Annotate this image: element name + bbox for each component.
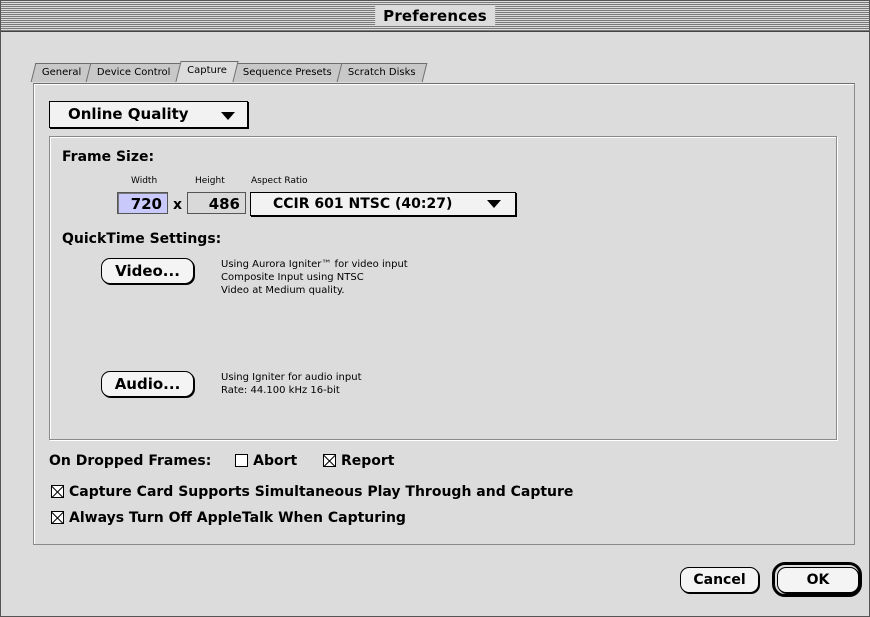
appletalk-label[interactable]: Always Turn Off AppleTalk When Capturing bbox=[69, 510, 406, 526]
tab-scratch-disks[interactable]: Scratch Disks bbox=[336, 63, 427, 82]
height-field: 486 bbox=[187, 192, 246, 214]
tab-device-control[interactable]: Device Control bbox=[86, 63, 183, 82]
aspect-ratio-popup-label: CCIR 601 NTSC (40:27) bbox=[273, 196, 453, 212]
height-label: Height bbox=[195, 176, 225, 186]
quality-popup-label: Online Quality bbox=[68, 105, 189, 123]
tab-label: Sequence Presets bbox=[242, 67, 332, 78]
video-description: Using Aurora Igniter™ for video input Co… bbox=[221, 258, 408, 297]
report-checkbox[interactable] bbox=[322, 454, 336, 467]
aspect-ratio-popup[interactable]: CCIR 601 NTSC (40:27) bbox=[250, 192, 516, 216]
abort-label[interactable]: Abort bbox=[253, 453, 297, 469]
audio-desc-line: Rate: 44.100 kHz 16-bit bbox=[221, 385, 340, 396]
tab-label: Device Control bbox=[97, 67, 171, 78]
tab-label: Capture bbox=[187, 65, 227, 76]
play-through-label[interactable]: Capture Card Supports Simultaneous Play … bbox=[69, 484, 573, 500]
appletalk-row[interactable]: Always Turn Off AppleTalk When Capturing bbox=[51, 510, 406, 526]
title-bar[interactable]: Preferences bbox=[1, 1, 869, 32]
video-desc-line: Using Aurora Igniter™ for video input bbox=[221, 259, 408, 270]
cancel-button[interactable]: Cancel bbox=[680, 567, 759, 593]
tab-label: General bbox=[41, 67, 82, 78]
abort-checkbox[interactable] bbox=[235, 454, 249, 467]
width-input[interactable]: 720 bbox=[117, 192, 168, 214]
video-desc-line: Composite Input using NTSC bbox=[221, 272, 364, 283]
audio-desc-line: Using Igniter for audio input bbox=[221, 372, 362, 383]
report-label[interactable]: Report bbox=[341, 453, 395, 469]
triangle-down-icon bbox=[221, 112, 235, 120]
times-label: x bbox=[173, 197, 183, 213]
play-through-row[interactable]: Capture Card Supports Simultaneous Play … bbox=[51, 484, 573, 500]
tab-capture[interactable]: Capture bbox=[175, 61, 239, 82]
tab-sequence-presets[interactable]: Sequence Presets bbox=[231, 63, 343, 82]
dropped-frames-label: On Dropped Frames: bbox=[49, 453, 212, 469]
tab-bar: General Device Control Capture Sequence … bbox=[30, 61, 427, 83]
frame-size-heading: Frame Size: bbox=[62, 149, 155, 165]
preferences-window: Preferences General Device Control Captu… bbox=[0, 0, 870, 617]
video-settings-button[interactable]: Video... bbox=[101, 258, 194, 284]
triangle-down-icon bbox=[487, 200, 501, 208]
ok-button[interactable]: OK bbox=[777, 567, 859, 593]
video-desc-line: Video at Medium quality. bbox=[221, 285, 345, 296]
audio-settings-button[interactable]: Audio... bbox=[101, 371, 194, 397]
tab-label: Scratch Disks bbox=[347, 67, 416, 78]
appletalk-checkbox[interactable] bbox=[51, 511, 64, 524]
dropped-frames-row: On Dropped Frames: Abort Report bbox=[49, 453, 394, 469]
quality-popup[interactable]: Online Quality bbox=[49, 101, 248, 128]
tab-general[interactable]: General bbox=[30, 63, 93, 82]
aspect-ratio-label: Aspect Ratio bbox=[251, 176, 308, 186]
width-label: Width bbox=[131, 176, 158, 186]
window-title: Preferences bbox=[375, 6, 495, 26]
play-through-checkbox[interactable] bbox=[51, 485, 64, 498]
quicktime-settings-heading: QuickTime Settings: bbox=[62, 231, 222, 247]
audio-description: Using Igniter for audio input Rate: 44.1… bbox=[221, 371, 362, 397]
